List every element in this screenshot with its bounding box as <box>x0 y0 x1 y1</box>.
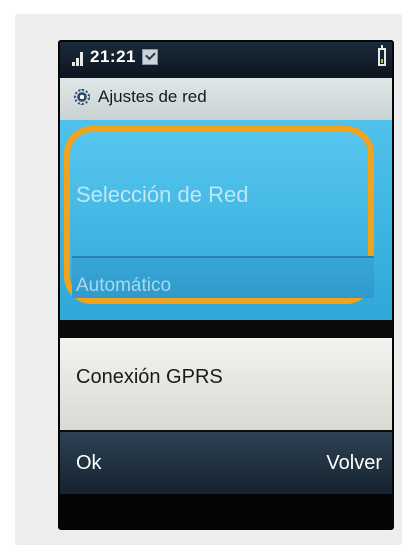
battery-icon <box>378 45 386 66</box>
menu-item-network-selection-value: Automático <box>76 275 172 296</box>
message-icon <box>142 49 158 65</box>
signal-icon <box>72 52 88 66</box>
softkey-bar: Ok Volver <box>60 432 392 494</box>
status-bar: 21:21 <box>60 42 392 78</box>
phone-screen: 21:21 Ajustes de red Selección de Red Au… <box>60 42 392 494</box>
menu-item-gprs-connection[interactable]: Conexión GPRS <box>60 338 392 430</box>
status-time: 21:21 <box>90 47 136 66</box>
screen-title-bar: Ajustes de red <box>60 78 392 120</box>
ok-softkey[interactable]: Ok <box>76 452 102 475</box>
screen-title: Ajustes de red <box>98 87 207 106</box>
phone-display: 21:21 Ajustes de red Selección de Red Au… <box>58 40 394 530</box>
menu-item-network-selection-label: Selección de Red <box>76 182 249 207</box>
menu-item-gprs-connection-label: Conexión GPRS <box>76 366 223 388</box>
back-softkey[interactable]: Volver <box>326 452 382 475</box>
gear-icon <box>74 89 90 105</box>
